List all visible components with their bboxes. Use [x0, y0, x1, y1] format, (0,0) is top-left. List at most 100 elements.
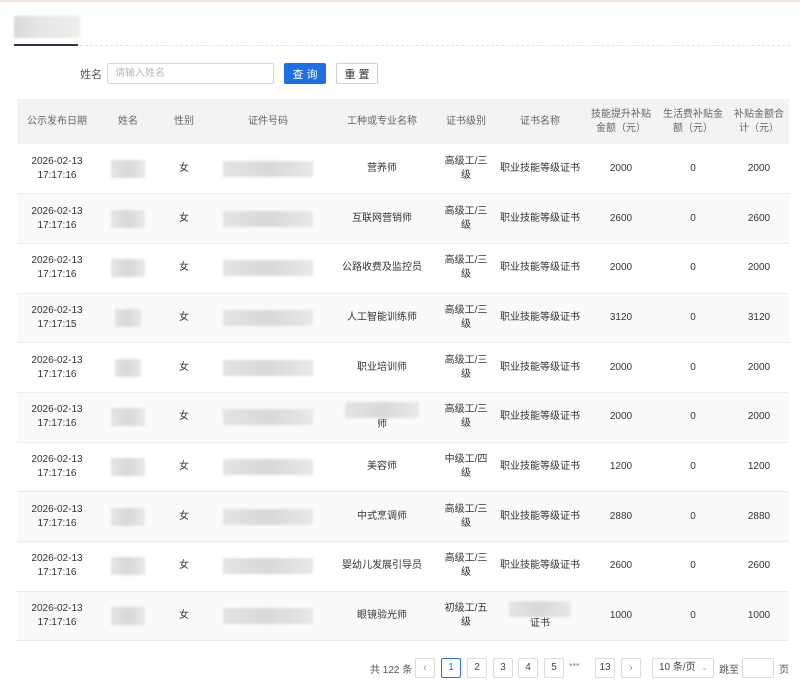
cell-cert: 职业技能等级证书 — [500, 361, 580, 373]
table-header-row: 公示发布日期 姓名 性别 证件号码 工种或专业名称 证书级别 证书名称 技能提升… — [17, 99, 789, 144]
cell-living-amount: 0 — [690, 361, 696, 373]
cell-skill-amount: 1200 — [609, 460, 633, 472]
cell-date: 2026-02-13 17:17:16 — [31, 603, 83, 629]
active-tab-indicator — [14, 44, 78, 46]
page-button-3[interactable]: 3 — [493, 658, 513, 678]
cell-cert: 职业技能等级证书 — [500, 460, 580, 472]
table-row: 2026-02-13 17:17:16 女 营养师 高级工/三级 职业技能等级证书… — [17, 144, 789, 194]
cell-name-redacted — [97, 492, 159, 542]
header-id-number: 证件号码 — [248, 115, 288, 127]
cell-skill-amount: 2600 — [609, 560, 633, 572]
cell-name-redacted — [97, 542, 159, 592]
cell-living-amount: 0 — [690, 262, 696, 274]
cell-gender: 女 — [179, 510, 189, 522]
cell-level: 初级工/五级 — [444, 603, 488, 629]
page-size-select[interactable]: 10 条/页 ⌄ — [652, 658, 714, 678]
cell-cert: 职业技能等级证书 — [500, 560, 580, 572]
page-button-last[interactable]: 13 — [595, 658, 615, 678]
cell-cert: 职业技能等级证书 — [500, 411, 580, 423]
cell-gender: 女 — [179, 411, 189, 423]
table-row: 2026-02-13 17:17:16 女 公路收费及监控员 高级工/三级 职业技… — [17, 243, 789, 294]
subsidy-table: 公示发布日期 姓名 性别 证件号码 工种或专业名称 证书级别 证书名称 技能提升… — [17, 99, 789, 641]
tab-title-redacted[interactable] — [14, 16, 80, 38]
table-row: 2026-02-13 17:17:15 女 人工智能训练师 高级工/三级 职业技能… — [17, 293, 789, 343]
cell-name-redacted — [97, 442, 159, 492]
query-button[interactable]: 查 询 — [284, 63, 326, 84]
cell-total-amount: 2600 — [747, 560, 771, 572]
header-job-name: 工种或专业名称 — [347, 115, 417, 127]
cell-skill-amount: 2880 — [609, 510, 633, 522]
cell-level: 高级工/三级 — [444, 553, 488, 579]
page-button-1[interactable]: 1 — [441, 658, 461, 678]
cell-date: 2026-02-13 17:17:16 — [31, 503, 83, 529]
cell-living-amount: 0 — [690, 162, 696, 174]
cell-id-redacted — [209, 194, 327, 244]
reset-button[interactable]: 重 置 — [336, 63, 378, 84]
header-publish-date: 公示发布日期 — [27, 115, 87, 127]
cell-living-amount: 0 — [690, 411, 696, 423]
cell-job: 互联网营销师 — [352, 212, 412, 224]
cell-date: 2026-02-13 17:17:16 — [31, 205, 83, 231]
cell-id-redacted — [209, 591, 327, 641]
header-name: 姓名 — [118, 115, 138, 127]
header-skill-subsidy: 技能提升补贴金额（元） — [591, 108, 651, 134]
cell-date: 2026-02-13 17:17:16 — [31, 155, 83, 181]
cell-date: 2026-02-13 17:17:16 — [31, 404, 83, 430]
cell-skill-amount: 2600 — [609, 212, 633, 224]
header-living-subsidy: 生活费补贴金额（元） — [663, 108, 723, 134]
cell-level: 高级工/三级 — [444, 155, 488, 181]
cell-skill-amount: 2000 — [609, 262, 633, 274]
cell-gender: 女 — [179, 262, 189, 274]
total-count: 共 122 条 — [370, 665, 413, 676]
table-row: 2026-02-13 17:17:16 女 婴幼儿发展引导员 高级工/三级 职业技… — [17, 542, 789, 592]
cell-gender: 女 — [179, 610, 189, 622]
cell-gender: 女 — [179, 560, 189, 572]
cell-job: 中式烹调师 — [357, 510, 407, 522]
cell-date: 2026-02-13 17:17:16 — [31, 453, 83, 479]
cell-job: 人工智能训练师 — [347, 311, 417, 323]
cell-level: 高级工/三级 — [444, 354, 488, 380]
table-row: 2026-02-13 17:17:16 女 职业培训师 高级工/三级 职业技能等级… — [17, 343, 789, 393]
cell-id-redacted — [209, 392, 327, 442]
header-cert-name: 证书名称 — [520, 115, 560, 127]
cell-living-amount: 0 — [690, 510, 696, 522]
cell-job: 营养师 — [367, 162, 397, 174]
cell-level: 高级工/三级 — [444, 255, 488, 281]
name-search-input[interactable] — [107, 63, 274, 84]
page-button-5[interactable]: 5 — [544, 658, 564, 678]
table-row: 2026-02-13 17:17:16 女 互联网营销师 高级工/三级 职业技能等… — [17, 193, 789, 244]
next-page-button[interactable]: › — [621, 658, 641, 678]
cell-total-amount: 1200 — [747, 460, 771, 472]
page-button-2[interactable]: 2 — [467, 658, 487, 678]
cell-total-amount: 2600 — [747, 212, 771, 224]
top-border — [0, 0, 800, 2]
cell-job: 美容师 — [367, 460, 397, 472]
jump-label: 跳至 — [719, 665, 739, 676]
cell-id-redacted — [209, 243, 327, 293]
cell-id-redacted — [209, 144, 327, 194]
cell-living-amount: 0 — [690, 610, 696, 622]
cell-gender: 女 — [179, 460, 189, 472]
cell-name-redacted — [97, 144, 159, 194]
page-button-4[interactable]: 4 — [518, 658, 538, 678]
page-ellipsis[interactable]: ••• — [569, 660, 580, 671]
cell-job: 师 — [327, 392, 437, 442]
cell-gender: 女 — [179, 162, 189, 174]
cell-gender: 女 — [179, 212, 189, 224]
cell-living-amount: 0 — [690, 311, 696, 323]
cell-total-amount: 3120 — [747, 311, 771, 323]
cell-total-amount: 2880 — [747, 510, 771, 522]
cell-name-redacted — [97, 392, 159, 442]
cell-level: 中级工/四级 — [444, 453, 488, 479]
cell-level: 高级工/三级 — [444, 503, 488, 529]
cell-skill-amount: 2000 — [609, 411, 633, 423]
pagination: 共 122 条 ‹ 1 2 3 4 5 ••• 13 › 10 条/页 ⌄ 跳至 … — [0, 658, 800, 678]
table-row: 2026-02-13 17:17:16 女 美容师 中级工/四级 职业技能等级证书… — [17, 442, 789, 492]
chevron-down-icon: ⌄ — [701, 663, 708, 672]
prev-page-button[interactable]: ‹ — [415, 658, 435, 678]
jump-page-input[interactable] — [742, 658, 774, 678]
cell-cert: 职业技能等级证书 — [500, 262, 580, 274]
cell-id-redacted — [209, 343, 327, 393]
page-suffix: 页 — [779, 665, 789, 676]
cell-gender: 女 — [179, 361, 189, 373]
